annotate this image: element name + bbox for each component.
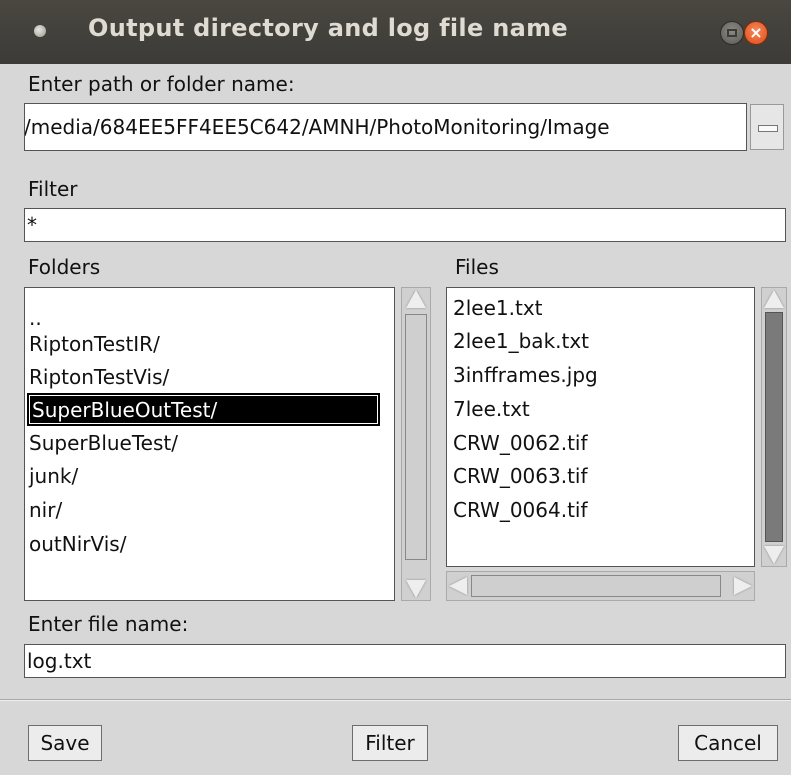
scrollbar-thumb[interactable] (765, 312, 783, 542)
folder-item[interactable]: SuperBlueTest/ (29, 427, 178, 460)
path-history-button[interactable] (750, 104, 784, 150)
scrollbar-thumb[interactable] (405, 314, 427, 560)
file-item[interactable]: CRW_0064.tif (453, 494, 588, 527)
folders-list[interactable]: .. RiptonTestIR/ RiptonTestVis/ SuperBlu… (24, 287, 395, 601)
path-input[interactable]: /media/684EE5FF4EE5C642/AMNH/PhotoMonito… (24, 103, 747, 151)
files-vertical-scrollbar[interactable] (761, 287, 787, 567)
scroll-right-arrow-icon[interactable] (734, 577, 752, 595)
folder-item[interactable]: RiptonTestIR/ (29, 328, 160, 361)
scroll-up-arrow-icon[interactable] (406, 290, 426, 308)
folders-label: Folders (28, 255, 101, 279)
path-label: Enter path or folder name: (28, 72, 295, 96)
filename-label: Enter file name: (28, 612, 189, 636)
folder-item[interactable]: nir/ (29, 494, 62, 527)
title-bar[interactable]: Output directory and log file name × (0, 0, 791, 64)
filename-input[interactable]: log.txt (24, 644, 786, 678)
separator (0, 699, 791, 701)
file-item[interactable]: 7lee.txt (453, 393, 530, 426)
path-input-value: /media/684EE5FF4EE5C642/AMNH/PhotoMonito… (24, 115, 610, 139)
files-list[interactable]: 2lee1.txt 2lee1_bak.txt 3infframes.jpg 7… (446, 287, 755, 567)
file-item[interactable]: 2lee1_bak.txt (453, 325, 589, 358)
file-item[interactable]: CRW_0063.tif (453, 460, 588, 493)
save-button[interactable]: Save (28, 725, 102, 761)
folder-item[interactable]: junk/ (29, 460, 78, 493)
scrollbar-thumb[interactable] (471, 575, 721, 597)
filter-input[interactable]: * (24, 208, 786, 242)
folder-item-selected[interactable]: SuperBlueOutTest/ (27, 393, 380, 426)
filename-input-value: log.txt (27, 649, 92, 673)
filter-button[interactable]: Filter (352, 725, 428, 761)
scroll-left-arrow-icon[interactable] (449, 577, 467, 595)
folders-scrollbar[interactable] (401, 287, 431, 601)
file-item[interactable]: CRW_0062.tif (453, 427, 588, 460)
maximize-button[interactable] (720, 21, 744, 45)
file-item[interactable]: 2lee1.txt (453, 292, 543, 325)
window-menu-icon[interactable] (34, 25, 46, 37)
scroll-down-arrow-icon[interactable] (406, 580, 426, 598)
folder-item[interactable]: RiptonTestVis/ (29, 361, 169, 394)
files-label: Files (455, 255, 499, 279)
window-title: Output directory and log file name (88, 14, 568, 42)
filter-label: Filter (28, 177, 78, 201)
folder-item[interactable]: outNirVis/ (29, 528, 126, 561)
close-button[interactable]: × (744, 21, 768, 45)
filter-input-value: * (27, 213, 37, 237)
file-item[interactable]: 3infframes.jpg (453, 359, 598, 392)
scroll-down-arrow-icon[interactable] (764, 546, 784, 564)
files-horizontal-scrollbar[interactable] (446, 571, 755, 601)
cancel-button[interactable]: Cancel (678, 725, 778, 761)
scroll-up-arrow-icon[interactable] (764, 290, 784, 308)
